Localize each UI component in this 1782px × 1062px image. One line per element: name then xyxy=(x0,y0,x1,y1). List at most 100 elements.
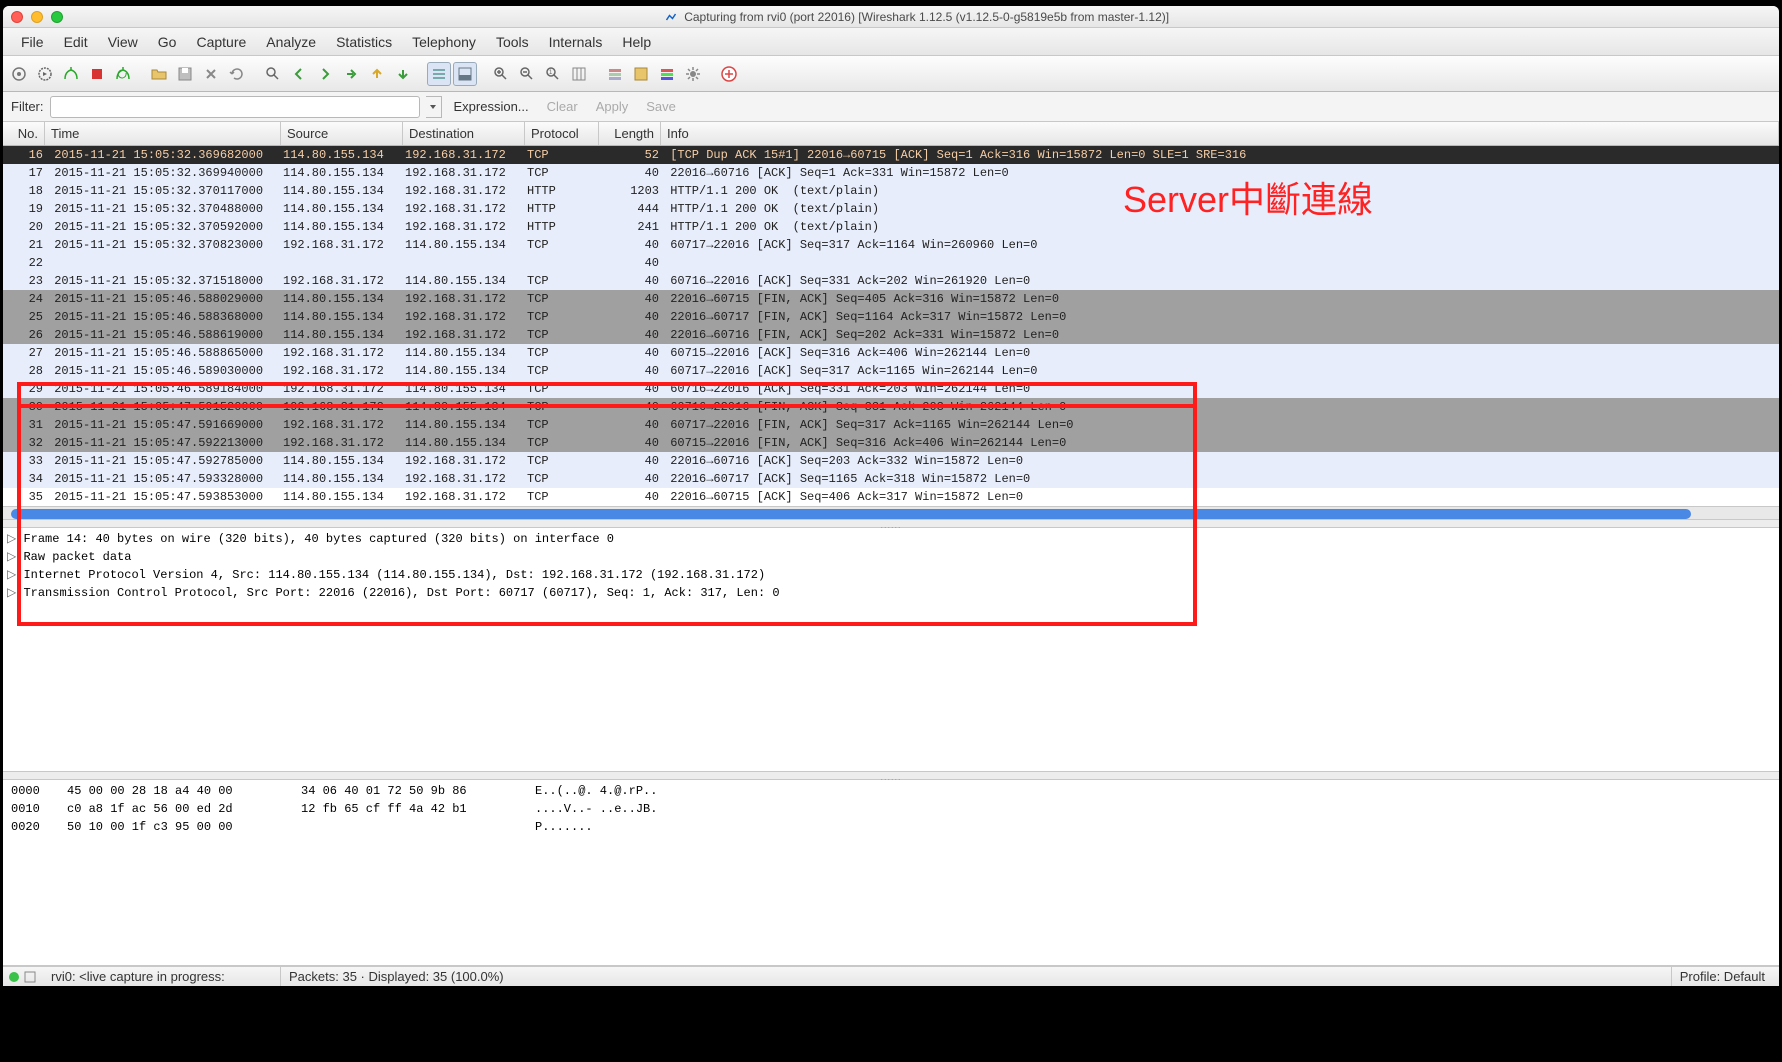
hex-row[interactable]: 000045 00 00 28 18 a4 40 0034 06 40 01 7… xyxy=(11,782,1771,800)
menu-edit[interactable]: Edit xyxy=(54,31,98,53)
apply-button[interactable]: Apply xyxy=(590,99,635,114)
packet-row[interactable]: 35 2015-11-21 15:05:47.593853000114.80.1… xyxy=(3,488,1779,506)
status-profile[interactable]: Profile: Default xyxy=(1672,967,1773,987)
packet-row[interactable]: 17 2015-11-21 15:05:32.369940000114.80.1… xyxy=(3,164,1779,182)
packet-row[interactable]: 29 2015-11-21 15:05:46.589184000192.168.… xyxy=(3,380,1779,398)
status-capture: rvi0: <live capture in progress: xyxy=(43,967,281,987)
filter-bar: Filter: Expression... Clear Apply Save xyxy=(3,92,1779,122)
coloring-rules-button[interactable] xyxy=(655,62,679,86)
filter-dropdown[interactable] xyxy=(426,96,442,118)
detail-line[interactable]: ▷ Internet Protocol Version 4, Src: 114.… xyxy=(7,566,1775,584)
pane-splitter[interactable]: ...... xyxy=(3,520,1779,528)
titlebar: Capturing from rvi0 (port 22016) [Wiresh… xyxy=(3,6,1779,28)
capture-options-button[interactable] xyxy=(33,62,57,86)
clear-button[interactable]: Clear xyxy=(541,99,584,114)
start-capture-button[interactable] xyxy=(59,62,83,86)
col-time[interactable]: Time xyxy=(45,122,281,145)
menu-internals[interactable]: Internals xyxy=(539,31,613,53)
packet-row[interactable]: 33 2015-11-21 15:05:47.592785000114.80.1… xyxy=(3,452,1779,470)
packet-row[interactable]: 22 40 xyxy=(3,254,1779,272)
save-filter-button[interactable]: Save xyxy=(640,99,682,114)
packet-row[interactable]: 16 2015-11-21 15:05:32.369682000114.80.1… xyxy=(3,146,1779,164)
display-filters-button[interactable] xyxy=(629,62,653,86)
detail-line[interactable]: ▷ Frame 14: 40 bytes on wire (320 bits),… xyxy=(7,530,1775,548)
packet-row[interactable]: 19 2015-11-21 15:05:32.370488000114.80.1… xyxy=(3,200,1779,218)
packet-row[interactable]: 34 2015-11-21 15:05:47.593328000114.80.1… xyxy=(3,470,1779,488)
resize-columns-button[interactable] xyxy=(567,62,591,86)
expert-info-icon[interactable] xyxy=(23,970,37,984)
col-protocol[interactable]: Protocol xyxy=(525,122,599,145)
horizontal-scrollbar[interactable] xyxy=(3,506,1779,520)
packet-row[interactable]: 28 2015-11-21 15:05:46.589030000192.168.… xyxy=(3,362,1779,380)
menu-help[interactable]: Help xyxy=(612,31,661,53)
detail-line[interactable]: ▷ Transmission Control Protocol, Src Por… xyxy=(7,584,1775,602)
menu-telephony[interactable]: Telephony xyxy=(402,31,486,53)
stop-capture-button[interactable] xyxy=(85,62,109,86)
menu-view[interactable]: View xyxy=(98,31,148,53)
close-file-button[interactable] xyxy=(199,62,223,86)
zoom-window-button[interactable] xyxy=(51,11,63,23)
col-source[interactable]: Source xyxy=(281,122,403,145)
menubar: File Edit View Go Capture Analyze Statis… xyxy=(3,28,1779,56)
status-packets: Packets: 35 · Displayed: 35 (100.0%) xyxy=(281,967,1672,987)
packet-row[interactable]: 31 2015-11-21 15:05:47.591669000192.168.… xyxy=(3,416,1779,434)
status-bar: rvi0: <live capture in progress: Packets… xyxy=(3,966,1779,986)
colorize-button[interactable] xyxy=(427,62,451,86)
minimize-window-button[interactable] xyxy=(31,11,43,23)
zoom-reset-button[interactable]: 1 xyxy=(541,62,565,86)
packet-row[interactable]: 20 2015-11-21 15:05:32.370592000114.80.1… xyxy=(3,218,1779,236)
window-title: Capturing from rvi0 (port 22016) [Wiresh… xyxy=(63,10,1771,24)
save-file-button[interactable] xyxy=(173,62,197,86)
packet-details[interactable]: ▷ Frame 14: 40 bytes on wire (320 bits),… xyxy=(3,528,1779,772)
packet-row[interactable]: 23 2015-11-21 15:05:32.371518000192.168.… xyxy=(3,272,1779,290)
detail-line[interactable]: ▷ Raw packet data xyxy=(7,548,1775,566)
auto-scroll-button[interactable] xyxy=(453,62,477,86)
filter-label: Filter: xyxy=(11,99,44,114)
packet-row[interactable]: 18 2015-11-21 15:05:32.370117000114.80.1… xyxy=(3,182,1779,200)
menu-tools[interactable]: Tools xyxy=(486,31,539,53)
find-packet-button[interactable] xyxy=(261,62,285,86)
go-forward-button[interactable] xyxy=(313,62,337,86)
help-button[interactable] xyxy=(717,62,741,86)
col-length[interactable]: Length xyxy=(599,122,661,145)
menu-capture[interactable]: Capture xyxy=(186,31,256,53)
packet-row[interactable]: 26 2015-11-21 15:05:46.588619000114.80.1… xyxy=(3,326,1779,344)
open-file-button[interactable] xyxy=(147,62,171,86)
menu-statistics[interactable]: Statistics xyxy=(326,31,402,53)
hex-row[interactable]: 0010c0 a8 1f ac 56 00 ed 2d12 fb 65 cf f… xyxy=(11,800,1771,818)
pane-splitter[interactable]: ...... xyxy=(3,772,1779,780)
packet-row[interactable]: 32 2015-11-21 15:05:47.592213000192.168.… xyxy=(3,434,1779,452)
preferences-button[interactable] xyxy=(681,62,705,86)
hex-row[interactable]: 002050 10 00 1f c3 95 00 00P....... xyxy=(11,818,1771,836)
wireshark-icon xyxy=(665,11,677,23)
go-back-button[interactable] xyxy=(287,62,311,86)
zoom-out-button[interactable] xyxy=(515,62,539,86)
packet-row[interactable]: 24 2015-11-21 15:05:46.588029000114.80.1… xyxy=(3,290,1779,308)
packet-list-header: No. Time Source Destination Protocol Len… xyxy=(3,122,1779,146)
close-window-button[interactable] xyxy=(11,11,23,23)
zoom-in-button[interactable] xyxy=(489,62,513,86)
capture-status-icon xyxy=(9,972,19,982)
col-info[interactable]: Info xyxy=(661,122,1779,145)
capture-filters-button[interactable] xyxy=(603,62,627,86)
restart-capture-button[interactable] xyxy=(111,62,135,86)
packet-bytes[interactable]: 000045 00 00 28 18 a4 40 0034 06 40 01 7… xyxy=(3,780,1779,966)
packet-row[interactable]: 25 2015-11-21 15:05:46.588368000114.80.1… xyxy=(3,308,1779,326)
menu-go[interactable]: Go xyxy=(148,31,187,53)
packet-row[interactable]: 21 2015-11-21 15:05:32.370823000192.168.… xyxy=(3,236,1779,254)
go-first-button[interactable] xyxy=(365,62,389,86)
reload-button[interactable] xyxy=(225,62,249,86)
interface-list-button[interactable] xyxy=(7,62,31,86)
go-to-packet-button[interactable] xyxy=(339,62,363,86)
toolbar: 1 xyxy=(3,56,1779,92)
menu-file[interactable]: File xyxy=(11,31,54,53)
col-no[interactable]: No. xyxy=(3,122,45,145)
menu-analyze[interactable]: Analyze xyxy=(256,31,326,53)
col-destination[interactable]: Destination xyxy=(403,122,525,145)
packet-row[interactable]: 30 2015-11-21 15:05:47.591520000192.168.… xyxy=(3,398,1779,416)
packet-list[interactable]: 16 2015-11-21 15:05:32.369682000114.80.1… xyxy=(3,146,1779,506)
expression-button[interactable]: Expression... xyxy=(448,99,535,114)
go-last-button[interactable] xyxy=(391,62,415,86)
filter-input[interactable] xyxy=(50,96,420,118)
packet-row[interactable]: 27 2015-11-21 15:05:46.588865000192.168.… xyxy=(3,344,1779,362)
